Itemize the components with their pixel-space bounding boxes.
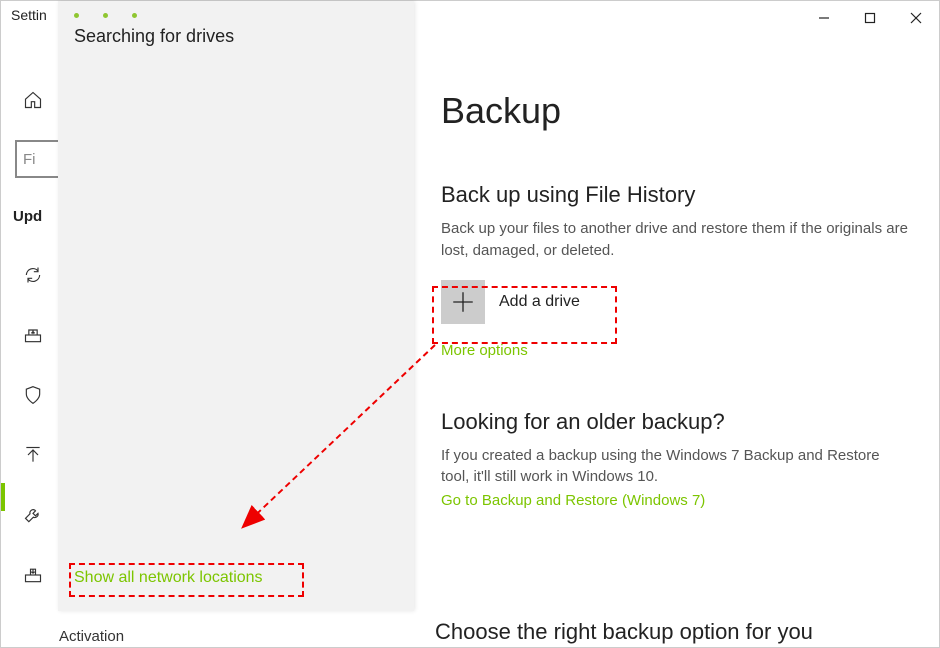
sidebar: Fi Upd — [1, 35, 61, 648]
file-history-heading: Back up using File History — [441, 182, 909, 208]
more-options-link[interactable]: More options — [441, 342, 528, 359]
sidebar-item-backup[interactable] — [13, 435, 53, 475]
choose-heading: Choose the right backup option for you — [435, 619, 813, 645]
app-title: Settin — [11, 7, 47, 23]
recovery-icon — [23, 565, 43, 585]
delivery-icon — [23, 325, 43, 345]
close-icon — [910, 12, 922, 24]
activation-label: Activation — [59, 628, 124, 645]
backup-restore-link[interactable]: Go to Backup and Restore (Windows 7) — [441, 492, 705, 509]
maximize-button[interactable] — [847, 3, 893, 33]
window-controls — [801, 3, 939, 33]
section-header-update: Upd — [13, 208, 61, 225]
sync-icon — [23, 265, 43, 285]
sidebar-item-recovery[interactable] — [13, 555, 53, 595]
annotation-box-network-link — [69, 563, 304, 597]
annotation-box-add-drive — [432, 286, 617, 344]
shield-icon — [23, 385, 43, 405]
sidebar-item-troubleshoot[interactable] — [13, 495, 53, 535]
older-backup-heading: Looking for an older backup? — [441, 409, 909, 435]
home-icon — [23, 90, 43, 110]
minimize-icon — [818, 12, 830, 24]
search-input[interactable]: Fi — [15, 140, 61, 178]
older-backup-desc: If you created a backup using the Window… — [441, 445, 909, 489]
drive-flyout: Searching for drives Show all network lo… — [58, 1, 414, 611]
minimize-button[interactable] — [801, 3, 847, 33]
wrench-icon — [23, 505, 43, 525]
sidebar-item-security[interactable] — [13, 375, 53, 415]
close-button[interactable] — [893, 3, 939, 33]
maximize-icon — [864, 12, 876, 24]
page-title: Backup — [441, 90, 909, 132]
search-placeholder: Fi — [23, 151, 36, 168]
settings-window: Settin Fi Upd — [0, 0, 940, 648]
file-history-desc: Back up your files to another drive and … — [441, 218, 909, 262]
sidebar-item-delivery[interactable] — [13, 315, 53, 355]
sidebar-item-windows-update[interactable] — [13, 255, 53, 295]
backup-icon — [23, 445, 43, 465]
flyout-heading: Searching for drives — [58, 20, 414, 47]
selection-indicator — [1, 483, 5, 511]
home-button[interactable] — [13, 80, 53, 120]
loading-dots — [58, 1, 414, 20]
